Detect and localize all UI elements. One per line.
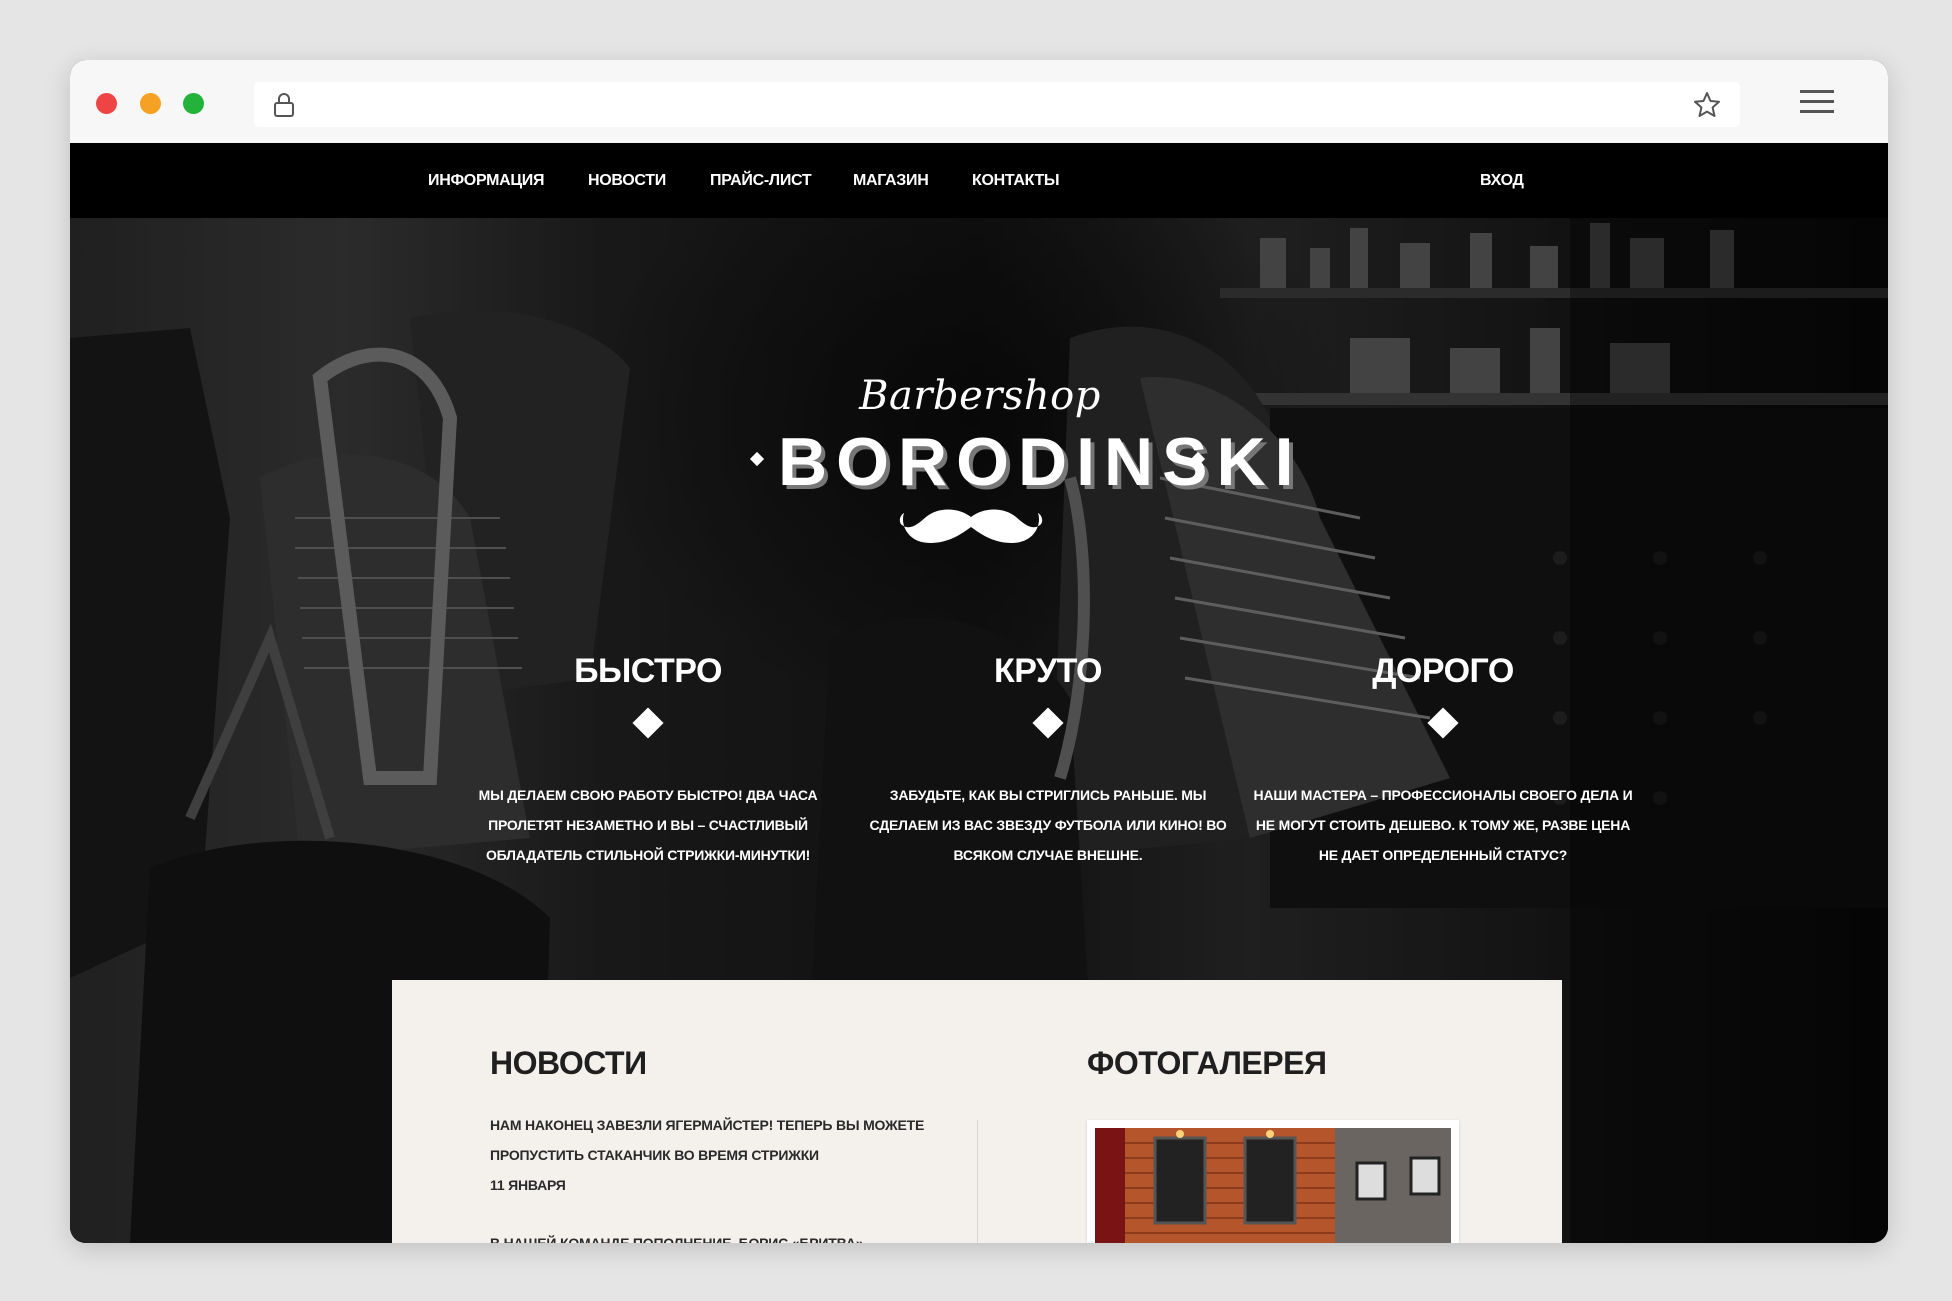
nav-item-shop[interactable]: МАГАЗИН xyxy=(853,163,929,199)
gallery-photo[interactable] xyxy=(1095,1128,1451,1243)
news-section-title: НОВОСТИ xyxy=(490,1045,647,1081)
feature-title: БЫСТРО xyxy=(574,652,722,690)
news-item[interactable]: В НАШЕЙ КОМАНДЕ ПОПОЛНЕНИЕ, БОРИС «БРИТВ… xyxy=(490,1228,930,1243)
hamburger-menu-icon[interactable] xyxy=(1800,88,1834,116)
login-link[interactable]: ВХОД xyxy=(1480,163,1524,199)
main-navigation: ИНФОРМАЦИЯ НОВОСТИ ПРАЙС-ЛИСТ МАГАЗИН КО… xyxy=(70,143,1888,218)
browser-window: ИНФОРМАЦИЯ НОВОСТИ ПРАЙС-ЛИСТ МАГАЗИН КО… xyxy=(70,60,1888,1243)
lock-icon xyxy=(274,93,294,117)
feature-description: МЫ ДЕЛАЕМ СВОЮ РАБОТУ БЫСТРО! ДВА ЧАСА П… xyxy=(478,787,818,863)
feature-fast: БЫСТРО МЫ ДЕЛАЕМ СВОЮ РАБОТУ БЫСТРО! ДВА… xyxy=(458,650,838,870)
gallery-frame xyxy=(1087,1120,1459,1243)
news-item-text: В НАШЕЙ КОМАНДЕ ПОПОЛНЕНИЕ, БОРИС «БРИТВ… xyxy=(490,1235,864,1243)
website-viewport: ИНФОРМАЦИЯ НОВОСТИ ПРАЙС-ЛИСТ МАГАЗИН КО… xyxy=(70,143,1888,1243)
logo-title: BORODINSKI xyxy=(778,424,1303,500)
browser-toolbar xyxy=(70,60,1888,143)
nav-item-news[interactable]: НОВОСТИ xyxy=(588,163,666,199)
nav-item-contacts[interactable]: КОНТАКТЫ xyxy=(972,163,1060,199)
nav-item-info[interactable]: ИНФОРМАЦИЯ xyxy=(428,163,545,199)
feature-description: НАШИ МАСТЕРА – ПРОФЕССИОНАЛЫ СВОЕГО ДЕЛА… xyxy=(1253,787,1633,863)
content-panel: НОВОСТИ НАМ НАКОНЕЦ ЗАВЕЗЛИ ЯГЕРМАЙСТЕР!… xyxy=(392,980,1562,1243)
maximize-window-button[interactable] xyxy=(183,93,204,114)
diamond-icon xyxy=(632,707,664,739)
mustache-icon xyxy=(899,509,1043,543)
barbershop-interior-image xyxy=(1095,1128,1451,1243)
news-item-date: 11 ЯНВАРЯ xyxy=(490,1177,566,1193)
star-icon[interactable] xyxy=(1692,90,1722,120)
diamond-icon xyxy=(1032,707,1064,739)
column-divider xyxy=(977,1120,978,1243)
logo-script-text: Barbershop xyxy=(859,373,1101,419)
close-window-button[interactable] xyxy=(96,93,117,114)
diamond-icon xyxy=(1427,707,1459,739)
feature-description: ЗАБУДЬТЕ, КАК ВЫ СТРИГЛИСЬ РАНЬШЕ. МЫ СД… xyxy=(869,787,1227,863)
feature-expensive: ДОРОГО НАШИ МАСТЕРА – ПРОФЕССИОНАЛЫ СВОЕ… xyxy=(1248,650,1638,870)
news-item-text: НАМ НАКОНЕЦ ЗАВЕЗЛИ ЯГЕРМАЙСТЕР! ТЕПЕРЬ … xyxy=(490,1117,925,1163)
news-item[interactable]: НАМ НАКОНЕЦ ЗАВЕЗЛИ ЯГЕРМАЙСТЕР! ТЕПЕРЬ … xyxy=(490,1110,930,1200)
gallery-section-title: ФОТОГАЛЕРЕЯ xyxy=(1087,1045,1327,1081)
address-bar[interactable] xyxy=(254,82,1740,127)
feature-cool: КРУТО ЗАБУДЬТЕ, КАК ВЫ СТРИГЛИСЬ РАНЬШЕ.… xyxy=(858,650,1238,870)
minimize-window-button[interactable] xyxy=(140,93,161,114)
nav-item-price-list[interactable]: ПРАЙС-ЛИСТ xyxy=(710,163,812,199)
feature-title: ДОРОГО xyxy=(1372,652,1514,690)
feature-title: КРУТО xyxy=(994,652,1103,690)
